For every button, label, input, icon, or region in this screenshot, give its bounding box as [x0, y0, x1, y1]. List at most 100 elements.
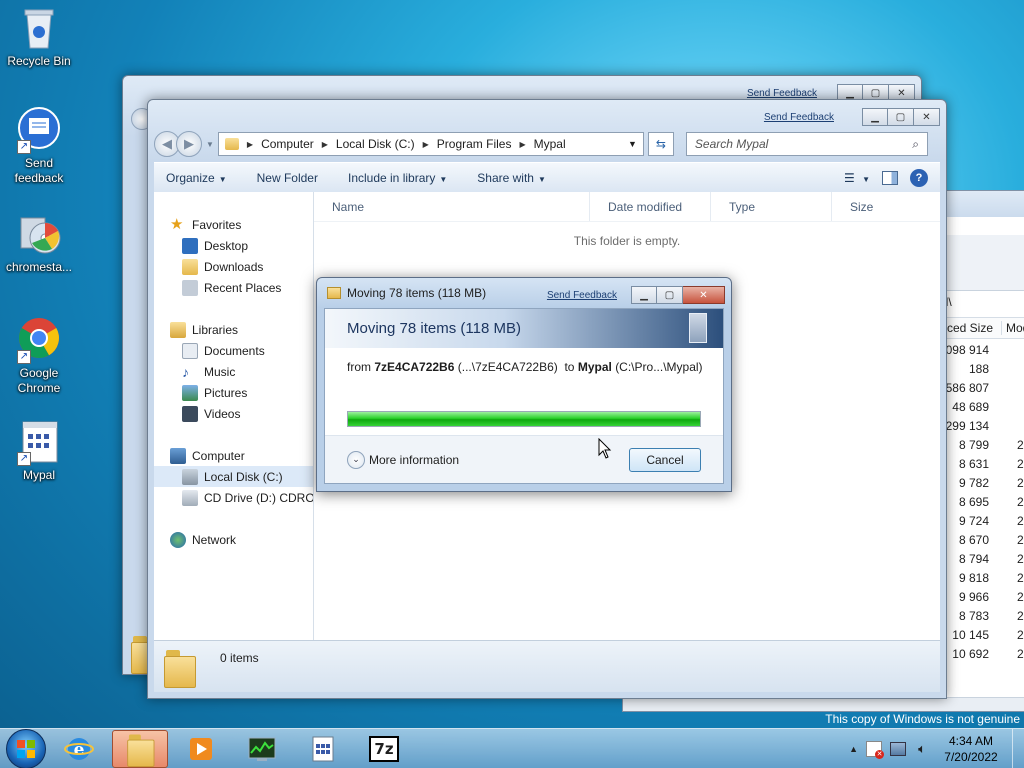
nav-music[interactable]: ♪ Music — [154, 361, 313, 382]
address-bar[interactable]: ▶ Computer ▶ Local Disk (C:) ▶ Program F… — [217, 132, 644, 156]
nav-desktop[interactable]: Desktop — [154, 235, 313, 256]
minimize-button[interactable]: ▁ — [631, 286, 657, 304]
column-size[interactable]: Size — [832, 192, 912, 221]
action-center-flag-icon[interactable]: ✕ — [866, 741, 884, 759]
breadcrumb-separator[interactable]: ▶ — [423, 140, 429, 149]
help-icon[interactable]: ? — [910, 168, 928, 187]
desktop-icon-send-feedback[interactable]: ↗ Send feedback — [1, 106, 77, 186]
destination-path: (C:\Pro...\Mypal) — [615, 360, 703, 374]
desktop-icon-mypal[interactable]: ↗ Mypal — [1, 418, 77, 483]
breadcrumb-separator[interactable]: ▶ — [322, 140, 328, 149]
column-type[interactable]: Type — [711, 192, 832, 221]
desktop-icon-chromesetup[interactable]: chromesta... — [1, 210, 77, 275]
close-button[interactable]: ✕ — [914, 108, 940, 126]
7zip-icon: 7z — [369, 735, 399, 762]
packed-size-header[interactable]: ced Size — [941, 321, 993, 335]
destination-folder-link[interactable]: Mypal — [578, 360, 612, 374]
close-button[interactable]: ✕ — [683, 286, 725, 304]
background-table-row[interactable]: 299 134 — [943, 419, 1024, 438]
system-clock[interactable]: 4:34 AM 7/20/2022 — [938, 733, 1004, 765]
background-table-row[interactable]: 8 7942018- — [943, 552, 1024, 571]
network-status-icon[interactable] — [890, 742, 906, 756]
taskbar-task-manager[interactable] — [234, 730, 290, 768]
taskbar-media-player[interactable] — [173, 730, 229, 768]
new-folder-button[interactable]: New Folder — [257, 171, 318, 185]
mypal-taskbar-icon — [312, 736, 334, 761]
nav-favorites[interactable]: ★ Favorites — [154, 214, 313, 235]
refresh-button[interactable]: ⇆ — [647, 132, 674, 156]
background-table-row[interactable]: 8 6702018- — [943, 533, 1024, 552]
more-information-toggle[interactable]: ⌄ More information — [347, 450, 459, 469]
background-table-row[interactable]: 9 7242018- — [943, 514, 1024, 533]
background-table-row[interactable]: 098 914 — [943, 343, 1024, 362]
background-table-row[interactable]: 9 7822018- — [943, 476, 1024, 495]
volume-icon[interactable]: 🔈︎ — [914, 741, 930, 757]
taskbar-internet-explorer[interactable]: e — [51, 730, 107, 768]
nav-recent-places[interactable]: Recent Places — [154, 277, 313, 298]
desktop-icon-label: chromesta... — [5, 260, 73, 274]
column-date-modified[interactable]: Date modified — [590, 192, 711, 221]
preview-pane-icon[interactable] — [882, 170, 898, 185]
background-table-row[interactable]: 8 6312018- — [943, 457, 1024, 476]
cd-drive-icon — [182, 489, 198, 506]
include-in-library-menu[interactable]: Include in library ▼ — [348, 171, 447, 185]
maximize-button[interactable]: ▢ — [657, 286, 683, 304]
background-table-row[interactable]: 8 7832018- — [943, 609, 1024, 628]
background-table-row[interactable]: 10 1452018- — [943, 628, 1024, 647]
cancel-button[interactable]: Cancel — [629, 447, 701, 472]
background-table-row[interactable]: 8 6952018- — [943, 495, 1024, 514]
breadcrumb-computer[interactable]: Computer — [261, 137, 314, 151]
send-feedback-link[interactable]: Send Feedback — [747, 88, 817, 99]
move-progress-dialog[interactable]: Moving 78 items (118 MB) Send Feedback ▁… — [316, 277, 732, 492]
search-input[interactable]: Search Mypal ⌕ — [685, 132, 928, 156]
source-path: (...\7zE4CA722B6) — [457, 360, 558, 374]
recent-pages-dropdown[interactable]: ▼ — [206, 140, 214, 149]
organize-menu[interactable]: Organize ▼ — [166, 171, 227, 185]
desktop-icon-recycle-bin[interactable]: Recycle Bin — [1, 4, 77, 69]
progress-bar-fill — [348, 412, 700, 426]
background-table-row[interactable]: 188 — [943, 362, 1024, 381]
share-with-menu[interactable]: Share with ▼ — [477, 171, 546, 185]
nav-local-disk[interactable]: Local Disk (C:) — [154, 466, 313, 487]
nav-downloads[interactable]: Downloads — [154, 256, 313, 277]
source-folder-link[interactable]: 7zE4CA722B6 — [374, 360, 454, 374]
modified-header[interactable]: Modi — [1001, 321, 1024, 335]
minimize-button[interactable]: ▁ — [862, 108, 888, 126]
desktop-icon-google-chrome[interactable]: ↗ Google Chrome — [1, 316, 77, 396]
modified-cell: 2018- — [1017, 476, 1024, 490]
shortcut-arrow-icon: ↗ — [17, 350, 31, 364]
background-table-row[interactable]: 9 9662018- — [943, 590, 1024, 609]
background-table-row[interactable]: 10 6922018- — [943, 647, 1024, 666]
background-table-row[interactable]: 48 689 — [943, 400, 1024, 419]
breadcrumb-separator[interactable]: ▶ — [519, 140, 525, 149]
maximize-button[interactable]: ▢ — [888, 108, 914, 126]
forward-button[interactable]: ▶ — [176, 131, 202, 157]
show-hidden-icons-button[interactable]: ▲ — [849, 744, 858, 754]
address-dropdown-icon[interactable]: ▼ — [628, 139, 637, 149]
nav-pictures[interactable]: Pictures — [154, 382, 313, 403]
dialog-titlebar[interactable]: Moving 78 items (118 MB) — [327, 286, 486, 300]
taskbar-7zip[interactable]: 7z — [356, 730, 412, 768]
view-options-icon[interactable]: ☰ ▼ — [844, 171, 870, 185]
taskbar-file-explorer[interactable] — [112, 729, 168, 768]
background-table-row[interactable]: 9 8182018- — [943, 571, 1024, 590]
taskbar-mypal[interactable] — [295, 730, 351, 768]
column-name[interactable]: Name — [314, 192, 590, 221]
nav-libraries[interactable]: Libraries — [154, 319, 313, 340]
nav-network[interactable]: Network — [154, 529, 313, 550]
breadcrumb-separator[interactable]: ▶ — [247, 140, 253, 149]
background-table-row[interactable]: 586 807 — [943, 381, 1024, 400]
nav-computer[interactable]: Computer — [154, 445, 313, 466]
start-button[interactable] — [6, 728, 46, 768]
breadcrumb-mypal[interactable]: Mypal — [534, 137, 566, 151]
background-table-row[interactable]: 8 7992018- — [943, 438, 1024, 457]
nav-documents[interactable]: Documents — [154, 340, 313, 361]
desktop-icon — [182, 237, 198, 254]
show-desktop-button[interactable] — [1012, 729, 1024, 768]
send-feedback-link[interactable]: Send Feedback — [764, 112, 834, 123]
breadcrumb-local-disk[interactable]: Local Disk (C:) — [336, 137, 415, 151]
breadcrumb-program-files[interactable]: Program Files — [437, 137, 512, 151]
nav-videos[interactable]: Videos — [154, 403, 313, 424]
send-feedback-link[interactable]: Send Feedback — [547, 290, 617, 301]
nav-cd-drive[interactable]: CD Drive (D:) CDROM — [154, 487, 313, 508]
